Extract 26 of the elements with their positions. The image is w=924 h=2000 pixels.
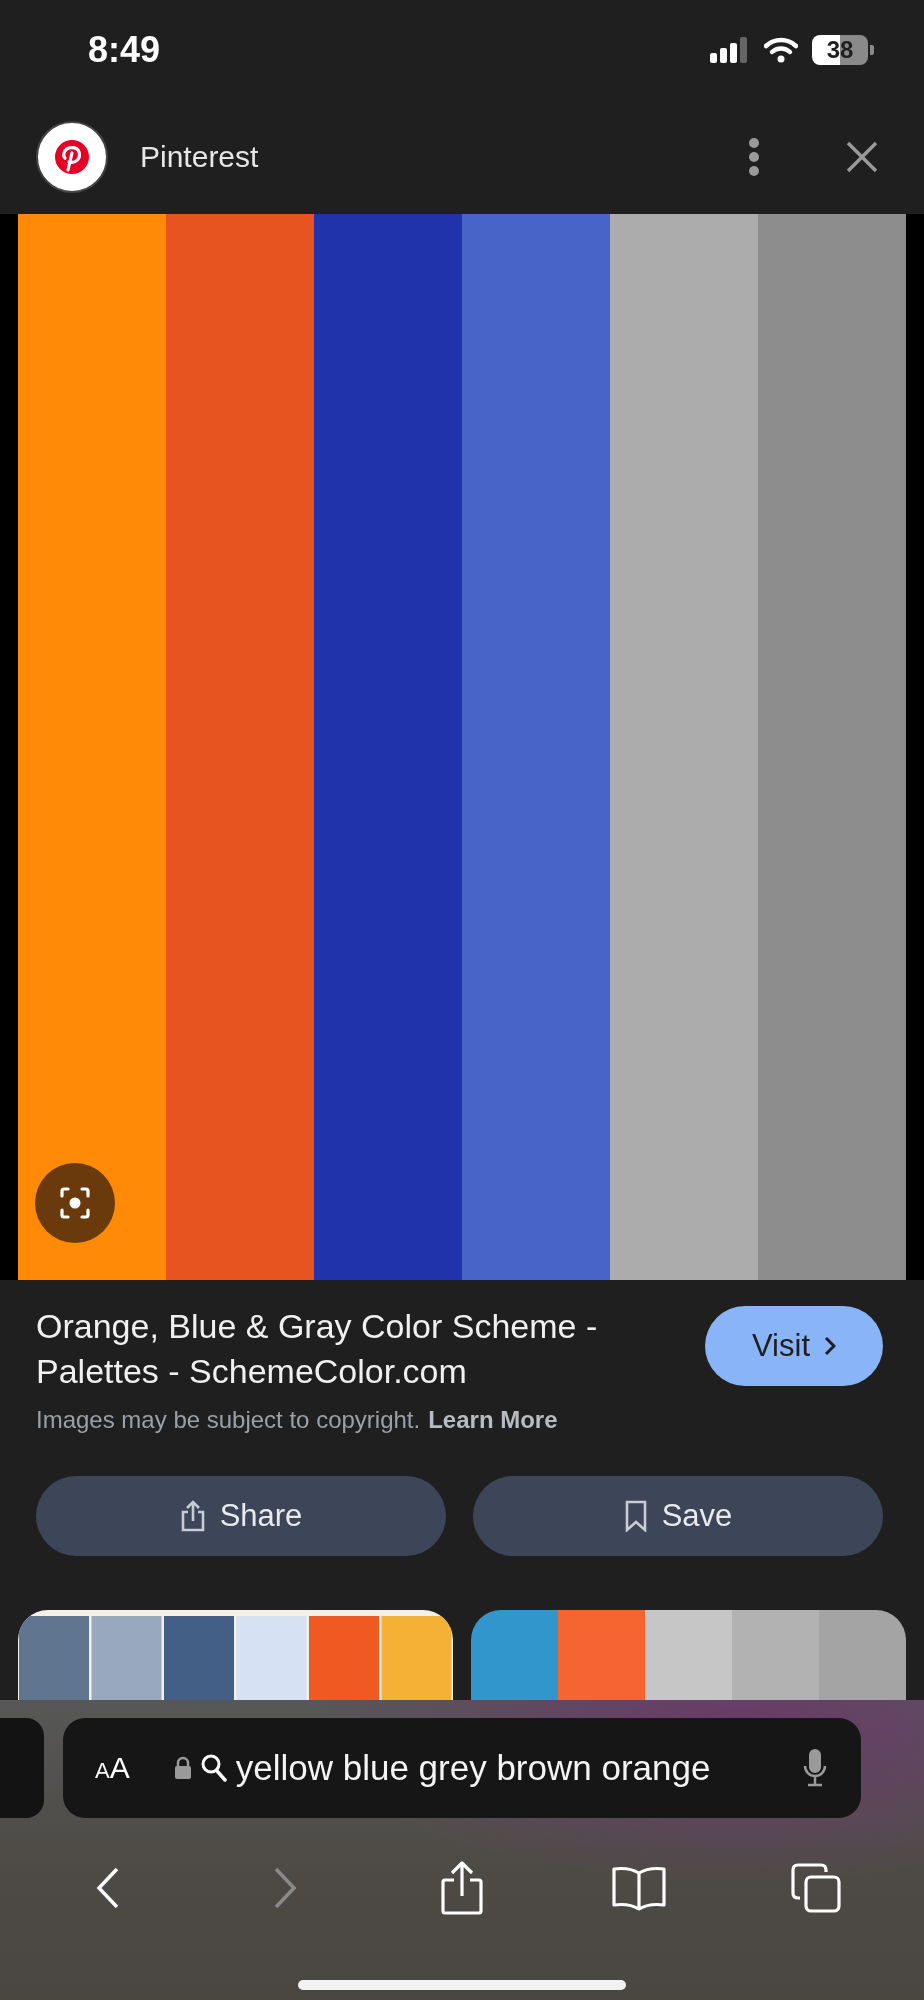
wifi-icon: [764, 37, 798, 63]
search-icon: [199, 1753, 228, 1783]
close-icon[interactable]: [846, 141, 878, 173]
learn-more-link[interactable]: Learn More: [428, 1406, 558, 1433]
search-query: yellow blue grey brown orange: [235, 1748, 712, 1788]
result-title: Orange, Blue & Gray Color Scheme - Palettes - SchemeColor.com: [36, 1306, 599, 1392]
share-button[interactable]: Share: [36, 1476, 446, 1556]
lens-button[interactable]: [35, 1163, 115, 1243]
chevron-right-icon: [824, 1336, 836, 1356]
bookmark-icon: [623, 1500, 648, 1532]
status-time: 8:49: [88, 29, 161, 71]
visit-button[interactable]: Visit: [705, 1306, 883, 1386]
address-field[interactable]: AA yellow blue grey brown orange: [63, 1718, 861, 1818]
save-button[interactable]: Save: [473, 1476, 883, 1556]
book-icon[interactable]: [610, 1865, 667, 1911]
text-size-button[interactable]: AA: [95, 1751, 130, 1785]
copyright-notice: Images may be subject to copyright.: [36, 1406, 421, 1433]
more-options-icon[interactable]: [748, 138, 760, 176]
microphone-icon[interactable]: [803, 1748, 827, 1788]
lock-icon: [173, 1756, 192, 1780]
site-title: Pinterest: [140, 140, 260, 174]
signal-icon: [710, 37, 750, 63]
battery-indicator: 38: [812, 35, 868, 65]
share-icon[interactable]: [440, 1860, 484, 1916]
share-icon: [179, 1500, 206, 1532]
tabs-icon[interactable]: [789, 1862, 842, 1914]
